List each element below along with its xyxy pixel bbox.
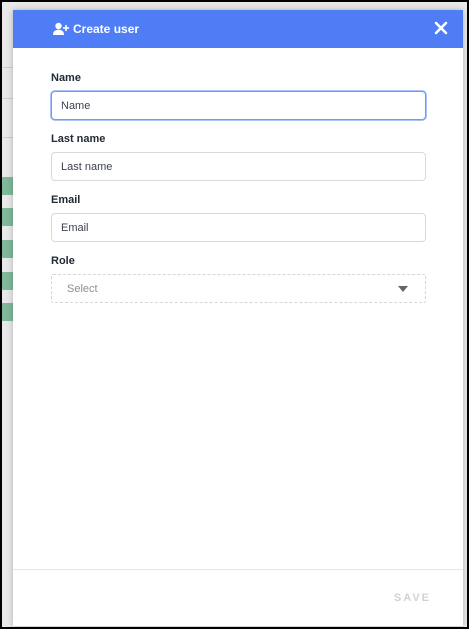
email-label: Email xyxy=(51,194,81,206)
user-plus-icon xyxy=(53,22,69,36)
role-select-value: Select xyxy=(67,282,98,295)
last-name-label: Last name xyxy=(51,133,106,145)
modal-body: Name Last name Email Role Select xyxy=(13,48,463,569)
save-button[interactable]: SAVE xyxy=(394,592,431,604)
last-name-field-group: Last name xyxy=(51,133,426,181)
modal-title: Create user xyxy=(73,22,140,36)
role-field-group: Role Select xyxy=(51,255,426,303)
close-icon[interactable] xyxy=(433,20,449,36)
modal-footer: SAVE xyxy=(13,569,463,626)
email-input[interactable] xyxy=(51,213,426,242)
create-user-modal: Create user Name Last name Email Role Se… xyxy=(13,10,463,626)
email-field-group: Email xyxy=(51,194,426,242)
modal-header: Create user xyxy=(13,10,463,48)
caret-down-icon xyxy=(398,285,408,292)
last-name-input[interactable] xyxy=(51,152,426,181)
name-label: Name xyxy=(51,72,81,84)
role-select[interactable]: Select xyxy=(51,274,426,303)
name-field-group: Name xyxy=(51,72,426,120)
role-label: Role xyxy=(51,255,75,267)
name-input[interactable] xyxy=(51,91,426,120)
